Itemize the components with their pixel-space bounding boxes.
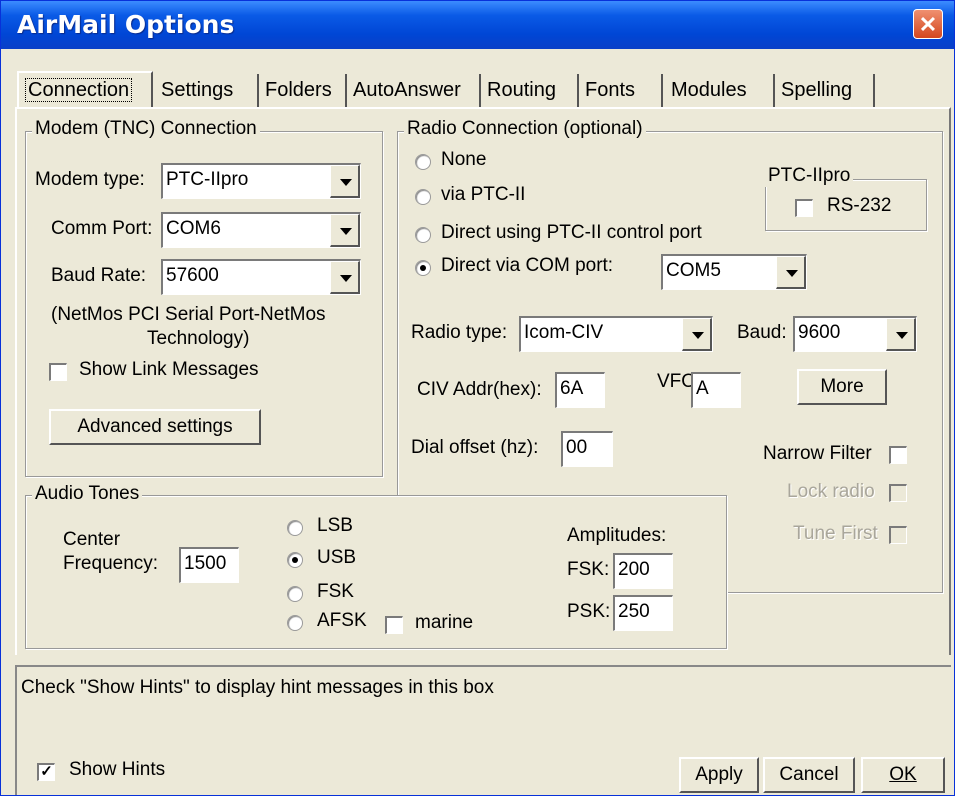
center-frequency-label-line2: Frequency:: [63, 553, 159, 574]
tab-folders[interactable]: Folders: [259, 74, 347, 107]
radio-direct-control-port-label: Direct using PTC-II control port: [441, 222, 702, 243]
modem-type-select[interactable]: PTC-IIpro: [161, 163, 361, 199]
device-name-line1: (NetMos PCI Serial Port-NetMos: [51, 304, 326, 325]
chevron-down-icon[interactable]: [330, 165, 360, 198]
tab-fonts[interactable]: Fonts: [579, 74, 663, 107]
radio-com-port-value: COM5: [666, 260, 721, 281]
radio-direct-com-port[interactable]: [415, 260, 431, 276]
modem-legend: Modem (TNC) Connection: [32, 118, 260, 140]
modem-type-label: Modem type:: [35, 169, 145, 190]
mode-lsb-radio[interactable]: [287, 520, 303, 536]
chevron-down-icon[interactable]: [776, 256, 806, 289]
center-frequency-label-line1: Center: [63, 529, 121, 550]
narrow-filter-label: Narrow Filter: [763, 443, 872, 464]
radio-type-label: Radio type:: [411, 322, 508, 343]
tab-label: Fonts: [585, 79, 636, 101]
radio-baud-value: 9600: [798, 322, 841, 343]
mode-fsk-label: FSK: [317, 581, 354, 602]
radio-none-label: None: [441, 149, 487, 170]
narrow-filter-checkbox[interactable]: [889, 446, 907, 464]
radio-legend: Radio Connection (optional): [404, 118, 646, 140]
tab-label: Folders: [265, 79, 332, 101]
dial-offset-label: Dial offset (hz):: [411, 437, 539, 458]
radio-via-ptc[interactable]: [415, 189, 431, 205]
center-frequency-input[interactable]: 1500: [179, 547, 239, 583]
tab-label: Spelling: [781, 79, 853, 101]
mode-afsk-label: AFSK: [317, 610, 367, 631]
tune-first-label: Tune First: [793, 523, 878, 544]
comm-port-value: COM6: [166, 218, 221, 239]
lock-radio-checkbox: [889, 484, 907, 502]
chevron-down-icon[interactable]: [682, 318, 712, 351]
marine-label: marine: [415, 612, 474, 633]
show-hints-label: Show Hints: [69, 759, 166, 780]
close-icon[interactable]: ✕: [913, 9, 943, 39]
ptc-iipro-legend: PTC-IIpro: [765, 165, 854, 187]
radio-type-select[interactable]: Icom-CIV: [519, 316, 713, 352]
cancel-button[interactable]: Cancel: [763, 757, 855, 793]
amplitudes-label: Amplitudes:: [567, 525, 667, 546]
tab-settings[interactable]: Settings: [155, 74, 259, 107]
show-link-messages-checkbox[interactable]: [49, 363, 67, 381]
hint-message: Check "Show Hints" to display hint messa…: [21, 677, 494, 698]
civ-addr-input[interactable]: 6A: [555, 372, 605, 408]
baud-rate-select[interactable]: 57600: [161, 259, 361, 295]
fsk-amplitude-label: FSK:: [567, 559, 610, 580]
tab-label: Connection: [25, 78, 133, 102]
tab-routing[interactable]: Routing: [481, 74, 579, 107]
dial-offset-input[interactable]: 00: [561, 431, 613, 467]
tab-label: AutoAnswer: [353, 79, 461, 101]
psk-amplitude-label: PSK:: [567, 601, 611, 622]
options-dialog: AirMail Options ✕ Connection Settings Fo…: [0, 0, 955, 796]
tab-modules[interactable]: Modules: [665, 74, 775, 107]
lock-radio-label: Lock radio: [787, 481, 875, 502]
radio-direct-control-port[interactable]: [415, 227, 431, 243]
mode-lsb-label: LSB: [317, 515, 353, 536]
radio-type-value: Icom-CIV: [524, 322, 604, 343]
rs232-label: RS-232: [827, 195, 892, 216]
mode-fsk-radio[interactable]: [287, 586, 303, 602]
advanced-settings-button[interactable]: Advanced settings: [49, 409, 261, 445]
comm-port-label: Comm Port:: [51, 218, 153, 239]
radio-via-ptc-label: via PTC-II: [441, 184, 526, 205]
tab-label: Modules: [671, 79, 747, 101]
apply-button[interactable]: Apply: [679, 757, 759, 793]
ok-button[interactable]: OK: [861, 757, 945, 793]
radio-baud-select[interactable]: 9600: [793, 316, 917, 352]
mode-usb-label: USB: [317, 547, 357, 568]
tab-label: Settings: [161, 79, 234, 101]
tab-connection[interactable]: Connection: [17, 71, 153, 109]
comm-port-select[interactable]: COM6: [161, 212, 361, 248]
more-button[interactable]: More: [797, 369, 887, 405]
modem-type-value: PTC-IIpro: [166, 169, 249, 190]
tab-spelling[interactable]: Spelling: [775, 74, 875, 107]
baud-label: Baud:: [737, 322, 787, 343]
chevron-down-icon[interactable]: [330, 214, 360, 247]
audio-tones-legend: Audio Tones: [32, 483, 143, 505]
radio-com-port-select[interactable]: COM5: [661, 254, 807, 290]
show-hints-checkbox[interactable]: ✓: [37, 763, 55, 781]
rs232-checkbox[interactable]: [795, 199, 813, 217]
tab-autoanswer[interactable]: AutoAnswer: [347, 74, 481, 107]
device-name-line2: Technology): [147, 328, 250, 349]
tune-first-checkbox: [889, 526, 907, 544]
marine-checkbox[interactable]: [385, 616, 403, 634]
vfo-input[interactable]: A: [691, 372, 741, 408]
mode-afsk-radio[interactable]: [287, 615, 303, 631]
fsk-amplitude-input[interactable]: 200: [613, 553, 673, 589]
title-bar[interactable]: AirMail Options ✕: [1, 1, 954, 49]
show-link-messages-label: Show Link Messages: [79, 359, 259, 380]
radio-none[interactable]: [415, 154, 431, 170]
radio-direct-com-port-label: Direct via COM port:: [441, 255, 614, 276]
mode-usb-radio[interactable]: [287, 552, 303, 568]
chevron-down-icon[interactable]: [886, 318, 916, 351]
tab-label: Routing: [487, 79, 556, 101]
baud-rate-value: 57600: [166, 265, 219, 286]
civ-addr-label: CIV Addr(hex):: [417, 379, 542, 400]
baud-rate-label: Baud Rate:: [51, 265, 147, 286]
window-title: AirMail Options: [17, 10, 235, 39]
chevron-down-icon[interactable]: [330, 261, 360, 294]
psk-amplitude-input[interactable]: 250: [613, 595, 673, 631]
